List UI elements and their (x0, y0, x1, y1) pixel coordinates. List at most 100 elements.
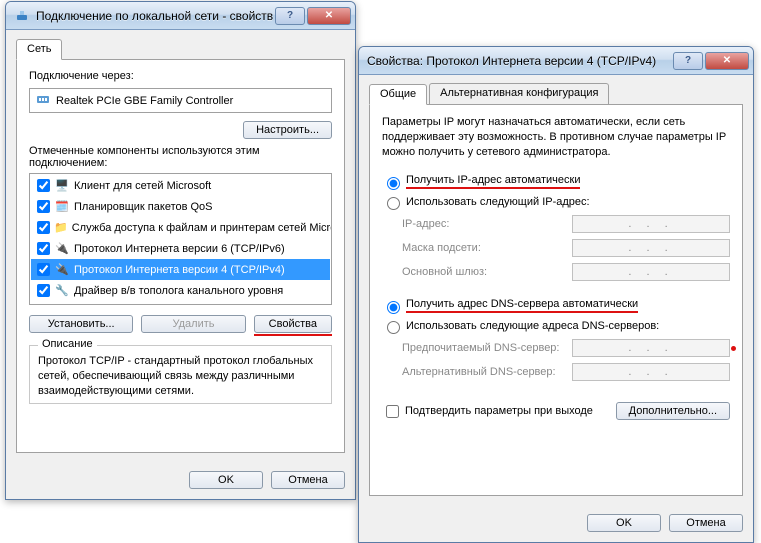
components-label: Отмеченные компоненты используются этим … (29, 145, 332, 169)
help-button[interactable]: ? (673, 52, 703, 70)
description-heading: Описание (38, 338, 97, 350)
ipv4-properties-window: Свойства: Протокол Интернета версии 4 (T… (358, 46, 754, 543)
item-label: Клиент для сетей Microsoft (74, 180, 211, 192)
red-underline-annotation (254, 334, 332, 336)
connect-via-label: Подключение через: (29, 70, 332, 82)
file-share-icon: 📁 (54, 221, 68, 234)
window-title: Подключение по локальной сети - свойства (36, 9, 273, 23)
advanced-button[interactable]: Дополнительно... (616, 402, 730, 420)
dns1-input[interactable]: . . . (572, 339, 730, 357)
tab-general[interactable]: Общие (369, 84, 427, 105)
ip-input[interactable]: . . . (572, 215, 730, 233)
properties-button[interactable]: Свойства (254, 315, 332, 333)
dialog-buttons: OK Отмена (6, 463, 355, 499)
tabstrip: Сеть (16, 38, 345, 60)
mask-row: Маска подсети: . . . (402, 236, 730, 260)
list-item[interactable]: 🗓️ Планировщик пакетов QoS (31, 196, 330, 217)
adapter-box: Realtek PCIe GBE Family Controller (29, 88, 332, 113)
dns1-label: Предпочитаемый DNS-сервер: (402, 342, 572, 354)
adapter-name: Realtek PCIe GBE Family Controller (56, 95, 233, 107)
driver-icon: 🔧 (54, 284, 70, 297)
list-item[interactable]: 🔧 Драйвер в/в тополога канального уровня (31, 280, 330, 301)
radio-ip-manual-label: Использовать следующий IP-адрес: (406, 196, 590, 208)
radio-dns-auto-label: Получить адрес DNS-сервера автоматически (406, 298, 638, 310)
item-checkbox[interactable] (37, 179, 50, 192)
description-group: Описание Протокол TCP/IP - стандартный п… (29, 345, 332, 404)
validate-label: Подтвердить параметры при выходе (405, 405, 593, 417)
dialog-body: Общие Альтернативная конфигурация Параме… (359, 75, 753, 506)
configure-button[interactable]: Настроить... (243, 121, 332, 139)
description-text: Протокол TCP/IP - стандартный протокол г… (38, 354, 323, 399)
components-list[interactable]: 🖥️ Клиент для сетей Microsoft 🗓️ Планировщ… (29, 173, 332, 305)
gateway-input[interactable]: . . . (572, 263, 730, 281)
help-button[interactable]: ? (275, 7, 305, 25)
list-item[interactable]: 🔎Ответчик обнаружения топологии канально… (31, 301, 330, 305)
cancel-button[interactable]: Отмена (271, 471, 345, 489)
item-label: Протокол Интернета версии 4 (TCP/IPv4) (74, 264, 285, 276)
radio-ip-auto[interactable] (387, 177, 400, 190)
list-item[interactable]: 🔌 Протокол Интернета версии 6 (TCP/IPv6) (31, 238, 330, 259)
dns2-row: Альтернативный DNS-сервер: . . . (402, 360, 730, 384)
client-icon: 🖥️ (54, 179, 70, 192)
list-item[interactable]: 📁 Служба доступа к файлам и принтерам сет… (31, 217, 330, 238)
install-button[interactable]: Установить... (29, 315, 133, 333)
radio-dns-manual[interactable] (387, 321, 400, 334)
tab-alt-config[interactable]: Альтернативная конфигурация (429, 83, 609, 104)
radio-dns-auto-row[interactable]: Получить адрес DNS-сервера автоматически (382, 296, 730, 316)
gateway-label: Основной шлюз: (402, 266, 572, 278)
window-title: Свойства: Протокол Интернета версии 4 (T… (367, 54, 671, 68)
protocol-icon: 🔌 (54, 263, 70, 276)
item-label: Драйвер в/в тополога канального уровня (74, 285, 283, 297)
item-checkbox[interactable] (37, 221, 50, 234)
dialog-buttons: OK Отмена (359, 506, 753, 542)
red-dot-annotation (731, 346, 736, 351)
tab-panel-general: Параметры IP могут назначаться автоматич… (369, 104, 743, 496)
item-checkbox[interactable] (37, 284, 50, 297)
mask-label: Маска подсети: (402, 242, 572, 254)
tab-panel-network: Подключение через: Realtek PCIe GBE Fami… (16, 59, 345, 453)
cancel-button[interactable]: Отмена (669, 514, 743, 532)
titlebar[interactable]: Свойства: Протокол Интернета версии 4 (T… (359, 47, 753, 75)
radio-dns-manual-row[interactable]: Использовать следующие адреса DNS-сервер… (382, 316, 730, 336)
dns2-label: Альтернативный DNS-сервер: (402, 366, 572, 378)
intro-text: Параметры IP могут назначаться автоматич… (382, 115, 730, 160)
radio-ip-manual-row[interactable]: Использовать следующий IP-адрес: (382, 192, 730, 212)
list-item[interactable]: 🖥️ Клиент для сетей Microsoft (31, 175, 330, 196)
validate-on-exit-row[interactable]: Подтвердить параметры при выходе (382, 400, 593, 423)
ip-label: IP-адрес: (402, 218, 572, 230)
dialog-body: Сеть Подключение через: Realtek PCIe GBE… (6, 30, 355, 463)
lan-properties-window: Подключение по локальной сети - свойства… (5, 1, 356, 500)
dns2-input[interactable]: . . . (572, 363, 730, 381)
remove-button[interactable]: Удалить (141, 315, 245, 333)
ethernet-icon (36, 92, 50, 109)
tab-network[interactable]: Сеть (16, 39, 62, 60)
ok-button[interactable]: OK (587, 514, 661, 532)
red-underline-annotation (406, 187, 580, 189)
gateway-row: Основной шлюз: . . . (402, 260, 730, 284)
item-label: Планировщик пакетов QoS (74, 201, 213, 213)
item-checkbox[interactable] (37, 200, 50, 213)
protocol-icon: 🔌 (54, 242, 70, 255)
close-button[interactable]: ✕ (705, 52, 749, 70)
radio-dns-manual-label: Использовать следующие адреса DNS-сервер… (406, 320, 659, 332)
radio-ip-auto-row[interactable]: Получить IP-адрес автоматически (382, 172, 730, 192)
item-label: Протокол Интернета версии 6 (TCP/IPv6) (74, 243, 285, 255)
tabstrip: Общие Альтернативная конфигурация (369, 83, 743, 105)
close-button[interactable]: ✕ (307, 7, 351, 25)
item-checkbox[interactable] (37, 263, 50, 276)
red-underline-annotation (406, 311, 638, 313)
list-item-selected[interactable]: 🔌 Протокол Интернета версии 4 (TCP/IPv4) (31, 259, 330, 280)
network-adapter-icon (14, 8, 30, 24)
radio-dns-auto[interactable] (387, 301, 400, 314)
radio-ip-auto-label: Получить IP-адрес автоматически (406, 174, 580, 186)
radio-ip-manual[interactable] (387, 197, 400, 210)
validate-checkbox[interactable] (386, 405, 399, 418)
titlebar[interactable]: Подключение по локальной сети - свойства… (6, 2, 355, 30)
ip-row: IP-адрес: . . . (402, 212, 730, 236)
item-label: Служба доступа к файлам и принтерам сете… (72, 222, 332, 234)
dns1-row: Предпочитаемый DNS-сервер: . . . (402, 336, 730, 360)
ok-button[interactable]: OK (189, 471, 263, 489)
mask-input[interactable]: . . . (572, 239, 730, 257)
qos-icon: 🗓️ (54, 200, 70, 213)
item-checkbox[interactable] (37, 242, 50, 255)
